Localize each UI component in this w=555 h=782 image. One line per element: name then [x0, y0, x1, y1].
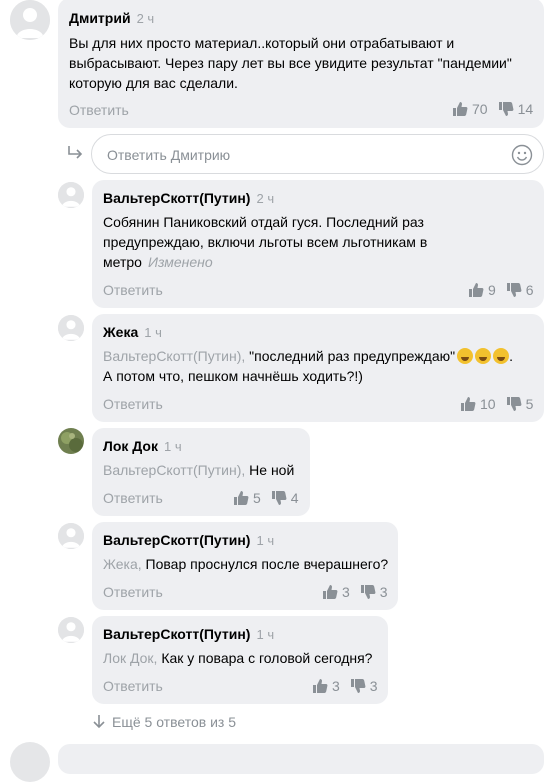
mention-link[interactable]: Жека,	[103, 556, 142, 572]
comment-author[interactable]: ВальтерСкотт(Путин) 1 ч	[103, 532, 274, 548]
comment-text: Лок Док, Как у повара с головой сегодня?	[103, 648, 385, 668]
thumb-down-icon[interactable]	[360, 584, 376, 600]
dislike-count: 4	[290, 490, 299, 506]
comment-time: 2 ч	[256, 191, 275, 206]
comment-body-line2: А потом что, пешком начнёшь ходить?!)	[103, 368, 363, 384]
thumb-down-icon[interactable]	[506, 282, 522, 298]
thumb-down-icon[interactable]	[498, 101, 514, 117]
like-count: 9	[488, 282, 496, 298]
author-name[interactable]: ВальтерСкотт(Путин)	[103, 532, 250, 548]
author-name[interactable]: ВальтерСкотт(Путин)	[103, 190, 250, 206]
avatar[interactable]	[10, 0, 50, 40]
like-count: 3	[342, 584, 350, 600]
reply-input-box[interactable]	[91, 134, 544, 174]
vote-controls: 3 3	[312, 678, 378, 694]
thumb-up-icon[interactable]	[312, 678, 328, 694]
comment-text: ВальтерСкотт(Путин), "последний раз пред…	[103, 348, 513, 384]
laughing-emoji-icon	[493, 348, 510, 364]
author-name[interactable]: Жека	[103, 324, 138, 340]
like-count: 10	[480, 396, 496, 412]
comment-author[interactable]: ВальтерСкотт(Путин) 1 ч	[103, 626, 274, 642]
dislike-count: 3	[369, 678, 378, 694]
thumb-up-icon[interactable]	[460, 396, 476, 412]
author-name[interactable]: Дмитрий	[69, 10, 131, 26]
comment-time: 1 ч	[144, 325, 162, 340]
comment-author[interactable]: Дмитрий 2 ч	[69, 10, 154, 26]
comment-bubble	[58, 744, 544, 774]
avatar[interactable]	[58, 182, 84, 208]
arrow-down-icon	[92, 714, 106, 730]
reply-button[interactable]: Ответить	[103, 282, 163, 298]
avatar[interactable]	[58, 523, 84, 549]
edited-label: Изменено	[147, 254, 213, 270]
comment-time: 1 ч	[256, 627, 275, 642]
avatar[interactable]	[58, 428, 84, 454]
like-count: 70	[472, 101, 488, 117]
comment-time: 1 ч	[163, 439, 182, 454]
more-replies-link[interactable]: Ещё 5 ответов из 5	[92, 714, 236, 730]
thumb-up-icon[interactable]	[468, 282, 484, 298]
thumb-down-icon[interactable]	[350, 678, 366, 694]
mention-link[interactable]: ВальтерСкотт(Путин),	[103, 462, 245, 478]
laughing-emoji-icon	[475, 348, 492, 364]
dislike-count: 5	[525, 396, 534, 412]
comment-body: Не ной	[249, 462, 295, 478]
avatar[interactable]	[58, 315, 84, 341]
comment-author[interactable]: ВальтерСкотт(Путин) 2 ч	[103, 190, 274, 206]
reply-button[interactable]: Ответить	[103, 396, 163, 412]
comment-body: Как у повара с головой сегодня?	[161, 650, 373, 666]
thumb-up-icon[interactable]	[322, 584, 338, 600]
like-count: 5	[253, 490, 261, 506]
thumb-down-icon[interactable]	[506, 396, 522, 412]
more-replies-label[interactable]: Ещё 5 ответов из 5	[112, 714, 236, 730]
reply-button[interactable]: Ответить	[69, 102, 129, 118]
comment-text: ВальтерСкотт(Путин), Не ной	[103, 460, 303, 480]
comment-text: Вы для них просто материал..который они …	[69, 35, 512, 91]
reply-button[interactable]: Ответить	[103, 584, 163, 600]
dislike-count: 14	[517, 101, 534, 117]
thumb-up-icon[interactable]	[233, 490, 249, 506]
comment-time: 1 ч	[256, 533, 275, 548]
reply-button[interactable]: Ответить	[103, 490, 163, 506]
laughing-emoji-icon	[457, 348, 474, 364]
avatar[interactable]	[58, 617, 84, 643]
comment-time: 2 ч	[136, 11, 155, 26]
author-name[interactable]: Лок Док	[103, 438, 158, 454]
comment-body: "последний раз предупреждаю"	[249, 348, 456, 364]
reply-button[interactable]: Ответить	[103, 678, 163, 694]
dislike-count: 6	[525, 282, 534, 298]
comment-text: Собянин Паниковский отдай гуся. Последни…	[103, 212, 438, 272]
like-count: 3	[332, 678, 340, 694]
thumb-down-icon[interactable]	[271, 490, 287, 506]
thumb-up-icon[interactable]	[452, 101, 468, 117]
vote-controls: 70 14	[452, 101, 533, 117]
avatar	[10, 742, 50, 782]
smile-icon[interactable]	[511, 144, 533, 166]
author-name[interactable]: ВальтерСкотт(Путин)	[103, 626, 250, 642]
comment-author[interactable]: Лок Док 1 ч	[103, 438, 182, 454]
vote-controls: 5 4	[233, 490, 299, 506]
reply-input[interactable]	[107, 145, 497, 165]
comment-author[interactable]: Жека 1 ч	[103, 324, 162, 340]
dislike-count: 3	[379, 584, 388, 600]
mention-link[interactable]: Лок Док,	[103, 650, 157, 666]
reply-arrow-icon	[66, 144, 86, 162]
mention-link[interactable]: ВальтерСкотт(Путин),	[103, 348, 245, 364]
comment-body: Повар проснулся после вчерашнего?	[145, 556, 389, 572]
vote-controls: 10 5	[460, 396, 533, 412]
vote-controls: 9 6	[468, 282, 534, 298]
vote-controls: 3 3	[322, 584, 388, 600]
comment-text: Жека, Повар проснулся после вчерашнего?	[103, 554, 393, 574]
